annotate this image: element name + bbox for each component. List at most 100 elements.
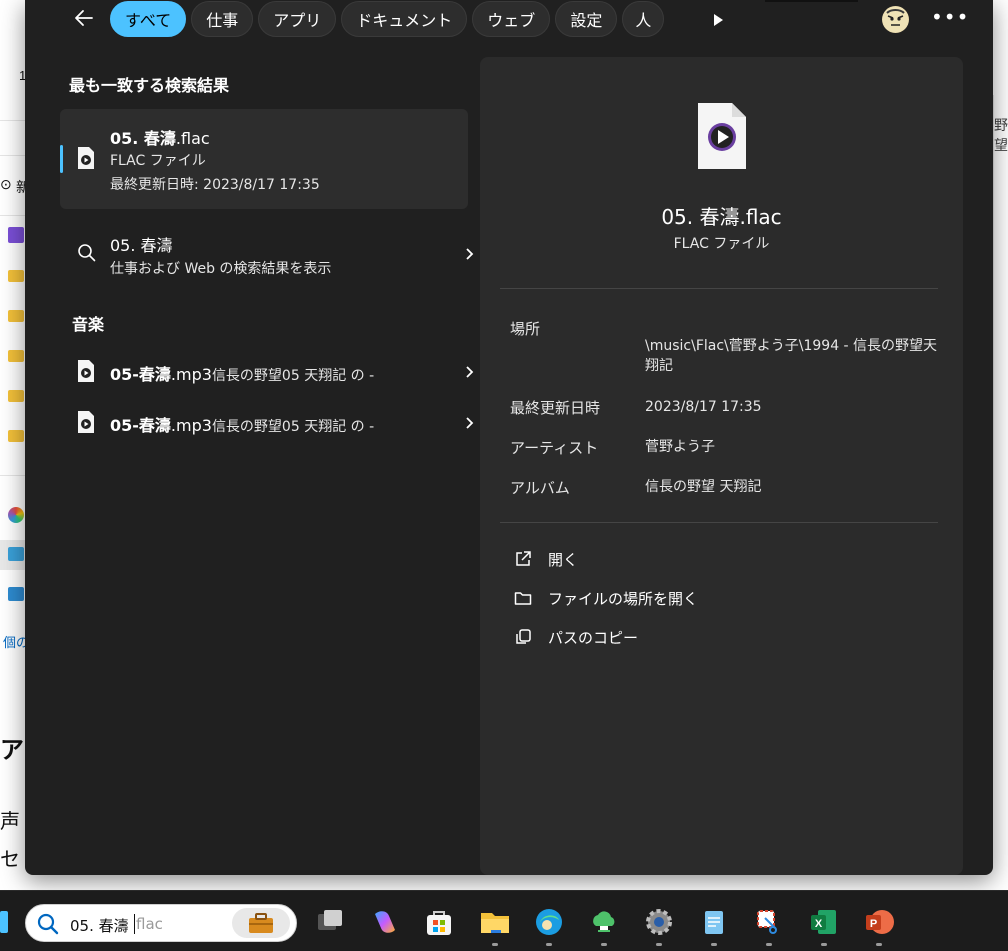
running-indicator [711,943,717,946]
tab-work[interactable]: 仕事 [191,1,254,37]
music-title-detail: 信長の野望05 天翔記 の - [211,419,375,435]
divider [0,475,26,476]
web-search-title: 05. 春濤 [110,236,173,255]
more-options-button[interactable]: ••• [931,6,968,32]
best-match-type: FLAC ファイル [110,153,206,169]
task-view-glyph [318,910,342,930]
preview-pane: 05. 春濤.flac FLAC ファイル 場所 \music\Flac\菅野よ… [480,57,963,875]
folder-icon [8,430,24,442]
music-heading: 音楽 [72,315,105,334]
music-result-title: 05-春濤.mp3信長の野望05 天翔記 の - [110,361,374,385]
folder-icon [8,270,24,282]
background-sidebar [0,60,26,670]
notepad-glyph [705,911,723,934]
filter-bar: すべて 仕事 アプリ ドキュメント ウェブ 設定 人 ••• [25,0,993,42]
avatar[interactable] [882,6,909,33]
copy-icon [516,629,531,644]
taskbar-search-box[interactable]: 05. 春濤 flac [25,904,297,942]
svg-text:P: P [870,918,877,930]
search-icon [37,913,59,935]
search-panel: すべて 仕事 アプリ ドキュメント ウェブ 設定 人 ••• 最も一致する検索結… [25,0,993,875]
copilot-icon[interactable] [369,906,401,938]
music-title-ext: .mp3 [170,416,212,435]
divider [0,120,26,121]
pc-icon [8,547,24,561]
meta-value-location[interactable]: \music\Flac\菅野よう子\1994 - 信長の野望天翔記 [645,336,945,376]
music-title-ext: .mp3 [170,365,212,384]
background-text: ⊙ [0,176,12,192]
web-search-result[interactable]: 05. 春濤 仕事および Web の検索結果を表示 [60,226,474,282]
snipping-tool-icon[interactable] [753,906,785,938]
chevron-right-icon [466,417,474,429]
divider [500,522,938,523]
store-icon[interactable] [423,906,455,938]
search-highlight[interactable] [232,908,290,938]
background-text: 野望 [994,117,1008,153]
open-external-icon [516,551,531,566]
running-indicator [821,943,827,946]
best-match-title-ext: .flac [175,129,210,148]
tab-all[interactable]: すべて [110,1,187,37]
play-icon [714,14,723,26]
tab-apps[interactable]: アプリ [258,1,337,37]
tab-web[interactable]: ウェブ [472,1,551,37]
background-text: 声 [0,811,20,833]
media-file-icon [78,147,94,169]
open-action-label: 開く [548,550,579,569]
avatar-face-icon [882,6,909,33]
back-button[interactable] [69,6,99,34]
meta-value-modified: 2023/8/17 17:35 [645,399,762,415]
running-indicator [876,943,882,946]
media-file-icon [698,103,746,169]
notepad-icon[interactable] [698,906,730,938]
preview-file-name: 05. 春濤.flac [661,205,782,229]
edge-icon[interactable] [533,906,565,938]
text-caret [134,914,135,934]
svg-text:X: X [815,918,823,930]
task-view-icon[interactable] [314,906,346,938]
music-title-bold: 05-春濤 [110,416,171,435]
file-explorer-icon[interactable] [479,906,511,938]
background-right-edge: 野望 [993,95,1008,670]
meta-label-artist: アーティスト [510,439,599,457]
start-button[interactable] [0,911,8,933]
photos-icon [8,507,24,523]
best-match-title: 05. 春濤.flac [110,125,210,149]
music-result[interactable]: 05-春濤.mp3信長の野望05 天翔記 の - [60,350,474,392]
snipping-glyph [757,910,777,934]
folder-icon [514,592,532,605]
file-explorer-glyph [481,913,509,933]
folder-icon [8,310,24,322]
powerpoint-glyph: P [866,910,894,934]
open-file-location-action[interactable]: ファイルの場所を開く [514,586,698,610]
tab-documents[interactable]: ドキュメント [341,1,468,37]
settings-icon[interactable] [643,906,675,938]
divider [0,155,26,156]
folder-icon [8,390,24,402]
music-result[interactable]: 05-春濤.mp3信長の野望05 天翔記 の - [60,401,474,443]
open-file-location-label: ファイルの場所を開く [548,589,699,608]
excel-glyph: X [811,910,836,934]
powerpoint-icon[interactable]: P [863,906,895,938]
open-action[interactable]: 開く [514,547,578,571]
running-indicator [656,943,662,946]
best-match-card[interactable]: 05. 春濤.flac FLAC ファイル 最終更新日時: 2023/8/17 … [60,109,468,209]
cloud-app-icon[interactable] [588,906,620,938]
meta-label-location: 場所 [510,320,541,338]
divider [0,215,26,216]
running-indicator [766,943,772,946]
search-input-value[interactable]: 05. 春濤 [70,915,129,936]
video-icon [8,227,24,243]
search-input-suggestion: flac [136,915,163,933]
filter-tabs: すべて 仕事 アプリ ドキュメント ウェブ 設定 人 [110,1,665,37]
tab-people[interactable]: 人 [622,1,665,37]
excel-icon[interactable]: X [808,906,840,938]
search-icon [78,244,96,262]
tab-settings[interactable]: 設定 [555,1,618,37]
briefcase-icon [249,913,273,933]
more-filters-button[interactable] [707,8,729,32]
best-match-modified: 最終更新日時: 2023/8/17 17:35 [110,177,320,193]
meta-label-album: アルバム [510,479,570,497]
copy-path-action[interactable]: パスのコピー [514,625,638,649]
media-file-icon [78,360,94,382]
